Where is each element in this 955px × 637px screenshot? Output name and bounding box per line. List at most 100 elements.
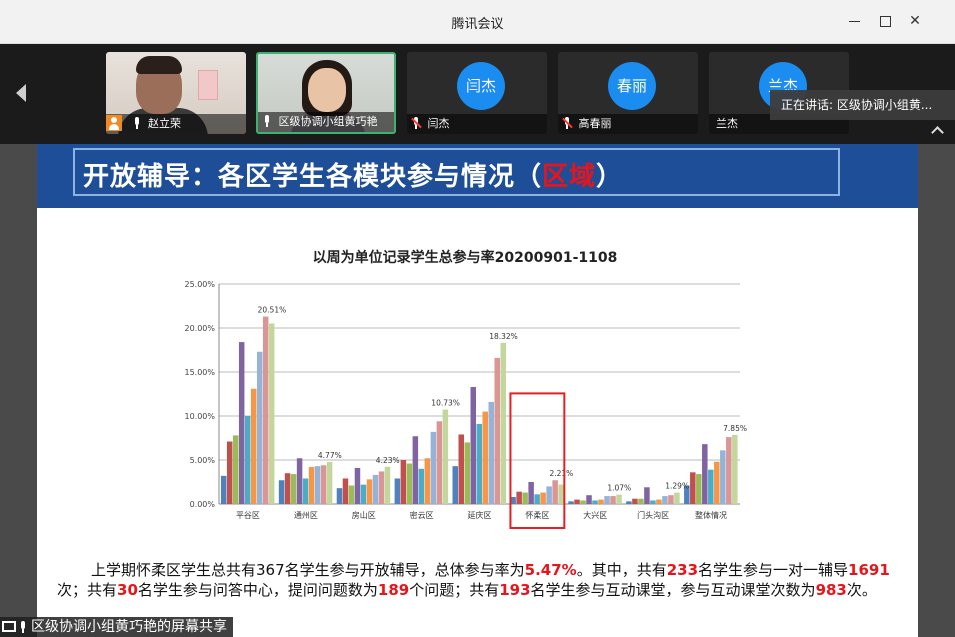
highlighted-figure: 30 — [117, 581, 138, 599]
bar — [412, 436, 419, 504]
highlighted-figure: 983 — [815, 581, 847, 599]
x-tick-label: 延庆区 — [468, 510, 492, 520]
avatar: 春丽 — [608, 62, 656, 110]
participant-strip: 赵立荣 区级协调小组黄巧艳 闫杰 闫杰 春丽 高春丽 兰杰 兰杰 正在讲话: 区… — [0, 44, 955, 144]
bar — [604, 496, 610, 504]
paragraph-text: 名学生参与一对一辅导 — [698, 561, 849, 579]
bar — [320, 465, 327, 504]
participant-name: 区级协调小组黄巧艳 — [278, 115, 378, 128]
bar — [674, 492, 680, 504]
screen-share-owner: 区级协调小组黄巧艳的屏幕共享 — [31, 619, 227, 635]
previous-page-arrow-icon[interactable] — [14, 82, 28, 104]
participant-tile[interactable]: 闫杰 闫杰 — [407, 52, 547, 134]
slide-summary-paragraph: 上学期怀柔区学生总共有367名学生参与开放辅导，总体参与率为5.47%。其中，共… — [57, 560, 917, 600]
avatar: 闫杰 — [457, 62, 505, 110]
bar — [708, 469, 714, 504]
bar — [638, 498, 644, 504]
highlight-box — [509, 392, 566, 529]
bar — [574, 499, 580, 504]
bar — [342, 478, 349, 504]
chart-bars — [220, 316, 738, 504]
y-tick-label: 10.00% — [184, 412, 215, 421]
microphone-icon — [262, 115, 272, 127]
bar — [528, 482, 534, 504]
bar — [656, 499, 662, 504]
bar — [696, 474, 702, 504]
bar — [568, 501, 574, 504]
bar — [226, 441, 233, 504]
slide-header: 开放辅导：各区学生各模块参与情况（区域） — [37, 144, 918, 208]
bar — [610, 496, 616, 504]
bar — [714, 461, 720, 504]
bar — [586, 495, 592, 504]
slide-title-highlight: 区域 — [542, 162, 597, 192]
bar — [580, 500, 586, 504]
bar — [250, 388, 257, 504]
data-label: 1.29% — [665, 482, 689, 491]
y-tick-label: 15.00% — [184, 368, 215, 377]
shared-screen: 开放辅导：各区学生各模块参与情况（区域） 以周为单位记录学生总参与率202009… — [0, 144, 955, 637]
bar — [360, 484, 367, 504]
host-user-icon — [106, 115, 122, 131]
participant-name: 兰杰 — [716, 117, 738, 130]
bar — [372, 474, 379, 504]
participant-tile[interactable]: 赵立荣 — [106, 52, 246, 134]
microphone-muted-icon — [562, 117, 573, 129]
microphone-muted-icon — [411, 117, 422, 129]
collapse-strip-chevron-icon[interactable] — [932, 126, 944, 136]
bar — [644, 487, 650, 504]
bar — [406, 463, 413, 504]
bar — [336, 488, 343, 504]
highlighted-figure: 189 — [377, 581, 410, 599]
highlighted-figure: 5.47% — [524, 561, 577, 579]
y-tick-label: 25.00% — [184, 280, 215, 289]
participant-tile-active[interactable]: 区级协调小组黄巧艳 — [256, 52, 396, 134]
bar — [418, 468, 425, 504]
bar — [516, 491, 522, 504]
bar — [366, 479, 373, 504]
bar — [540, 492, 546, 504]
meeting-window: 腾讯会议 ✕ 赵立荣 区级协调小组黄巧艳 闫杰 闫杰 春丽 高春丽 兰杰 兰杰 … — [0, 0, 955, 637]
bar — [476, 423, 482, 504]
participant-footer: 高春丽 — [558, 114, 698, 134]
bar — [732, 434, 738, 504]
bar — [632, 498, 638, 504]
microphone-icon — [132, 117, 142, 129]
bar — [284, 473, 291, 504]
bar — [348, 485, 355, 504]
participant-name: 闫杰 — [427, 117, 450, 130]
participant-name: 高春丽 — [578, 117, 612, 130]
participant-footer: 区级协调小组黄巧艳 — [258, 112, 394, 132]
x-tick-label: 大兴区 — [583, 510, 607, 520]
x-tick-label: 通州区 — [294, 510, 318, 520]
bar — [726, 437, 732, 504]
bar — [702, 444, 708, 504]
bar — [558, 484, 564, 504]
bar — [430, 431, 437, 504]
bar — [494, 357, 500, 504]
close-button[interactable]: ✕ — [906, 12, 924, 30]
window-title: 腾讯会议 — [451, 17, 504, 32]
bar — [378, 471, 385, 504]
bar — [268, 323, 275, 504]
bar — [720, 450, 726, 504]
bar — [452, 466, 458, 504]
chart-x-axis: 平谷区 通州区 房山区 密云区 延庆区 怀柔区 大兴区 门头沟区 整体情况 — [236, 510, 727, 520]
bar — [442, 409, 449, 504]
data-label: 7.85% — [723, 424, 747, 433]
maximize-button[interactable] — [876, 12, 894, 30]
bar — [616, 494, 622, 504]
bar — [662, 496, 668, 504]
x-tick-label: 平谷区 — [236, 511, 260, 520]
participant-footer: 赵立荣 — [106, 114, 246, 134]
microphone-icon — [18, 621, 28, 633]
data-label: 1.07% — [607, 484, 631, 493]
bar — [436, 421, 443, 504]
data-label: 4.23% — [376, 456, 400, 465]
x-tick-label: 怀柔区 — [525, 510, 549, 520]
bar — [262, 316, 269, 504]
participant-tile[interactable]: 春丽 高春丽 — [558, 52, 698, 134]
minimize-button[interactable] — [846, 12, 864, 30]
bar — [534, 494, 540, 504]
bar — [598, 499, 604, 504]
